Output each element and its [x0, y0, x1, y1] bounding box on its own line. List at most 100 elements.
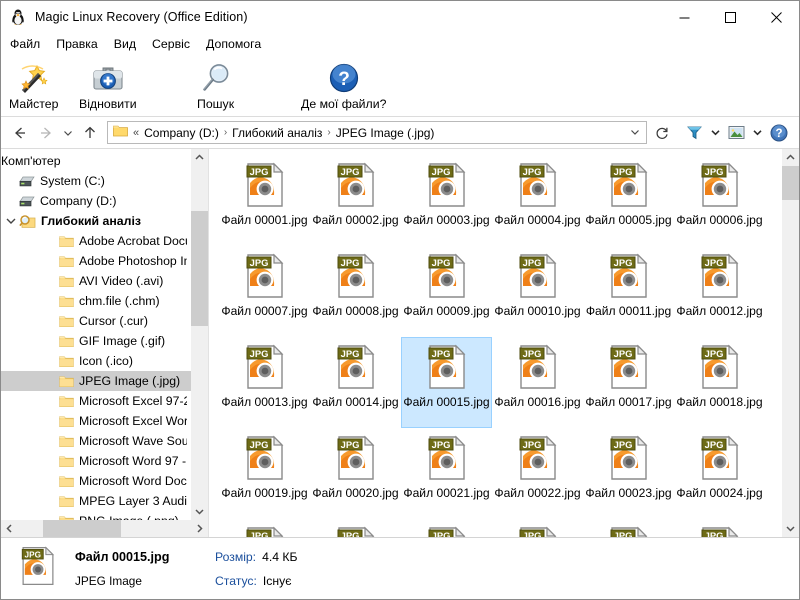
history-dropdown-button[interactable] [59, 121, 77, 145]
file-item[interactable]: JPGФайл 00006.jpg [674, 155, 765, 246]
toolbar-button-1[interactable]: Відновити [79, 55, 137, 111]
sidebar-item-2[interactable]: Глибокий аналіз [1, 211, 191, 231]
sidebar-item-3[interactable]: Adobe Acrobat Docume [1, 231, 191, 251]
file-name-label: Файл 00014.jpg [310, 394, 400, 410]
file-item[interactable]: JPGФайл 00013.jpg [219, 337, 310, 428]
picture-view-icon[interactable] [723, 121, 749, 145]
sidebar-item-10[interactable]: JPEG Image (.jpg) [1, 371, 191, 391]
file-item[interactable]: JPG [310, 519, 401, 537]
scroll-thumb[interactable] [782, 166, 799, 200]
breadcrumb-item-1[interactable]: Глибокий аналіз [229, 125, 325, 141]
scroll-right-arrow-icon[interactable] [191, 520, 208, 537]
sidebar-item-4[interactable]: Adobe Photoshop Imag [1, 251, 191, 271]
filter-funnel-icon[interactable] [681, 121, 707, 145]
svg-text:JPG: JPG [522, 257, 541, 268]
tree-expander-icon[interactable] [3, 216, 19, 226]
file-item[interactable]: JPG [219, 519, 310, 537]
jpg-file-icon: JPG [239, 250, 291, 302]
scroll-down-arrow-icon[interactable] [191, 503, 208, 520]
minimize-button[interactable] [661, 1, 707, 33]
file-item[interactable]: JPGФайл 00003.jpg [401, 155, 492, 246]
scroll-down-arrow-icon[interactable] [782, 520, 799, 537]
file-item[interactable]: JPGФайл 00022.jpg [492, 428, 583, 519]
forward-button[interactable] [33, 121, 59, 145]
file-item[interactable]: JPG [492, 519, 583, 537]
file-name-label: Файл 00009.jpg [401, 303, 491, 319]
file-item[interactable]: JPGФайл 00009.jpg [401, 246, 492, 337]
help-circle-icon[interactable]: ? [765, 121, 793, 145]
menu-item-4[interactable]: Допомога [206, 35, 269, 53]
maximize-button[interactable] [707, 1, 753, 33]
file-item[interactable]: JPGФайл 00018.jpg [674, 337, 765, 428]
sidebar-item-14[interactable]: Microsoft Word 97 - 20 [1, 451, 191, 471]
scroll-up-arrow-icon[interactable] [191, 149, 208, 166]
file-item[interactable]: JPGФайл 00015.jpg [401, 337, 492, 428]
window-title: Magic Linux Recovery (Office Edition) [35, 10, 248, 24]
sidebar-item-11[interactable]: Microsoft Excel 97-200 [1, 391, 191, 411]
scroll-track[interactable] [782, 166, 799, 520]
toolbar-button-3[interactable]: ?Де мої файли? [301, 55, 386, 111]
scroll-up-arrow-icon[interactable] [782, 149, 799, 166]
file-item[interactable]: JPGФайл 00016.jpg [492, 337, 583, 428]
sidebar-item-6[interactable]: chm.file (.chm) [1, 291, 191, 311]
sidebar-item-8[interactable]: GIF Image (.gif) [1, 331, 191, 351]
toolbar-button-0[interactable]: Майстер [9, 55, 58, 111]
sidebar-item-12[interactable]: Microsoft Excel Worksh [1, 411, 191, 431]
sidebar-vertical-scrollbar[interactable] [191, 149, 208, 520]
scroll-track[interactable] [191, 166, 208, 503]
file-item[interactable]: JPGФайл 00014.jpg [310, 337, 401, 428]
sidebar-item-0[interactable]: System (C:) [1, 171, 191, 191]
file-item[interactable]: JPGФайл 00023.jpg [583, 428, 674, 519]
menu-item-0[interactable]: Файл [10, 35, 48, 53]
file-item[interactable]: JPGФайл 00005.jpg [583, 155, 674, 246]
menu-item-3[interactable]: Сервіс [152, 35, 198, 53]
file-item[interactable]: JPGФайл 00020.jpg [310, 428, 401, 519]
sidebar-item-16[interactable]: MPEG Layer 3 Audio Fi [1, 491, 191, 511]
sidebar-item-1[interactable]: Company (D:) [1, 191, 191, 211]
sidebar-item-5[interactable]: AVI Video (.avi) [1, 271, 191, 291]
file-item[interactable]: JPGФайл 00024.jpg [674, 428, 765, 519]
sidebar-item-9[interactable]: Icon (.ico) [1, 351, 191, 371]
file-item[interactable]: JPGФайл 00002.jpg [310, 155, 401, 246]
file-item[interactable]: JPGФайл 00004.jpg [492, 155, 583, 246]
file-grid[interactable]: JPGФайл 00001.jpgJPGФайл 00002.jpgJPGФай… [209, 149, 782, 537]
hscroll-thumb[interactable] [43, 520, 121, 537]
breadcrumb-item-0[interactable]: Company (D:) [141, 125, 222, 141]
refresh-button[interactable] [651, 121, 673, 144]
address-box[interactable]: « Company (D:)›Глибокий аналіз›JPEG Imag… [107, 121, 647, 144]
sidebar-item-7[interactable]: Cursor (.cur) [1, 311, 191, 331]
file-item[interactable]: JPGФайл 00021.jpg [401, 428, 492, 519]
file-item[interactable]: JPG [401, 519, 492, 537]
hscroll-track[interactable] [18, 520, 191, 537]
sidebar-horizontal-scrollbar[interactable] [1, 520, 208, 537]
view-chevron-down-icon[interactable] [749, 121, 765, 145]
file-item[interactable]: JPGФайл 00012.jpg [674, 246, 765, 337]
file-item[interactable]: JPGФайл 00017.jpg [583, 337, 674, 428]
file-item[interactable]: JPGФайл 00011.jpg [583, 246, 674, 337]
scroll-thumb[interactable] [191, 211, 208, 326]
address-dropdown-icon[interactable] [624, 124, 646, 142]
menu-item-1[interactable]: Правка [56, 35, 106, 53]
breadcrumb-item-2[interactable]: JPEG Image (.jpg) [333, 125, 438, 141]
filter-chevron-down-icon[interactable] [707, 121, 723, 145]
file-item[interactable]: JPGФайл 00010.jpg [492, 246, 583, 337]
sidebar-item-15[interactable]: Microsoft Word Docum [1, 471, 191, 491]
back-button[interactable] [7, 121, 33, 145]
file-item[interactable]: JPG [674, 519, 765, 537]
tree-root[interactable]: Комп'ютер [1, 151, 191, 171]
sidebar-item-13[interactable]: Microsoft Wave Sound [1, 431, 191, 451]
toolbar-button-2[interactable]: Пошук [197, 55, 234, 111]
breadcrumb-overflow[interactable]: « [132, 127, 141, 139]
menu-item-2[interactable]: Вид [114, 35, 144, 53]
up-button[interactable] [77, 121, 103, 145]
close-button[interactable] [753, 1, 799, 33]
sidebar-item-17[interactable]: PNG Image (.png) [1, 511, 191, 520]
file-item[interactable]: JPGФайл 00019.jpg [219, 428, 310, 519]
file-item[interactable]: JPG [583, 519, 674, 537]
scroll-left-arrow-icon[interactable] [1, 520, 18, 537]
file-item[interactable]: JPGФайл 00007.jpg [219, 246, 310, 337]
address-bar-row: « Company (D:)›Глибокий аналіз›JPEG Imag… [1, 117, 799, 149]
file-grid-vertical-scrollbar[interactable] [782, 149, 799, 537]
file-item[interactable]: JPGФайл 00001.jpg [219, 155, 310, 246]
file-item[interactable]: JPGФайл 00008.jpg [310, 246, 401, 337]
